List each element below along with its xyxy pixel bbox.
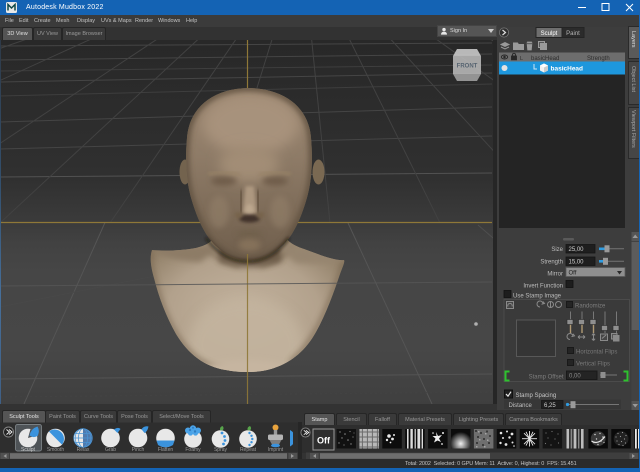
svg-text:Size: Size: [551, 247, 563, 253]
svg-text:Sculpt: Sculpt: [541, 31, 558, 37]
svg-text:Repeat: Repeat: [240, 447, 257, 453]
svg-text:Relax: Relax: [77, 447, 90, 453]
svg-text:Sculpt: Sculpt: [21, 447, 36, 453]
svg-text:L: L: [520, 56, 523, 62]
svg-text:Grab: Grab: [105, 447, 116, 453]
svg-text:Off: Off: [317, 436, 331, 446]
svg-text:Mirror: Mirror: [547, 272, 563, 278]
svg-text:Flatten: Flatten: [158, 447, 174, 453]
svg-text:15,00: 15,00: [569, 260, 585, 266]
svg-text:25,00: 25,00: [569, 247, 585, 253]
svg-text:Vertical Flips: Vertical Flips: [576, 362, 610, 368]
svg-text:basicHead: basicHead: [531, 56, 559, 62]
svg-text:Use Stamp Image: Use Stamp Image: [513, 294, 562, 300]
svg-text:Strength: Strength: [587, 56, 610, 62]
svg-text:Imprint: Imprint: [268, 447, 284, 453]
svg-text:Smooth: Smooth: [47, 447, 64, 453]
svg-text:Invert Function: Invert Function: [523, 284, 563, 290]
svg-text:basicHead: basicHead: [551, 66, 584, 73]
svg-text:0,00: 0,00: [569, 374, 581, 380]
svg-text:FRONT: FRONT: [457, 64, 478, 70]
svg-text:Off: Off: [569, 271, 577, 277]
svg-text:Horizontal Flips: Horizontal Flips: [576, 350, 617, 356]
svg-text:Strength: Strength: [540, 260, 563, 266]
svg-text:Stamp Spacing: Stamp Spacing: [516, 393, 557, 399]
svg-text:Randomize: Randomize: [575, 304, 606, 310]
svg-text:Foamy: Foamy: [185, 447, 201, 453]
svg-text:Stamp Offset: Stamp Offset: [529, 375, 564, 381]
svg-text:Pinch: Pinch: [132, 447, 145, 453]
svg-text:Paint: Paint: [566, 31, 580, 37]
svg-text:Spray: Spray: [214, 447, 228, 453]
svg-text:Distance: Distance: [509, 403, 533, 409]
svg-text:6,25: 6,25: [544, 403, 556, 409]
